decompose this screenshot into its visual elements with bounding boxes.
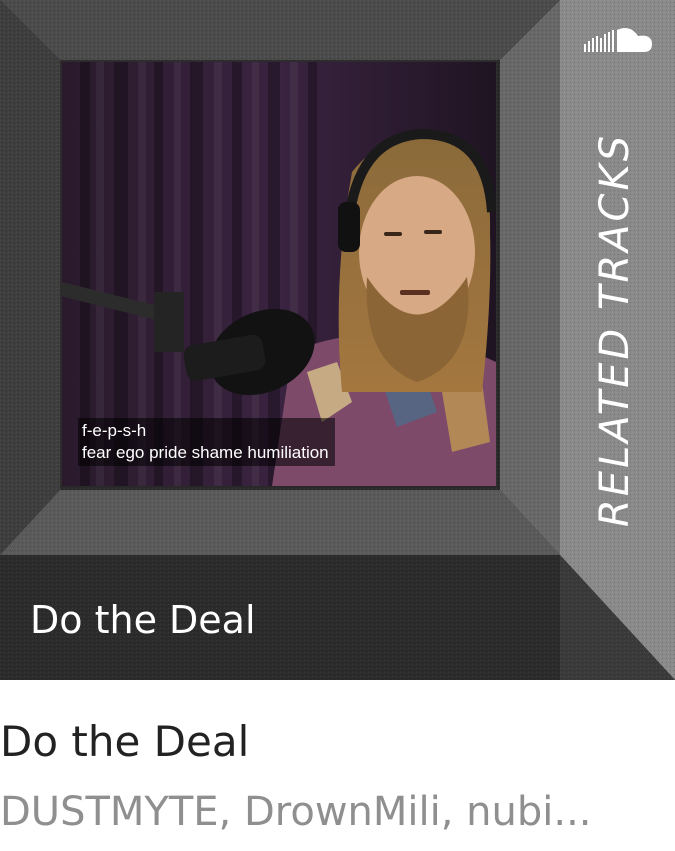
track-title-link[interactable]: Do the Deal: [0, 712, 249, 772]
track-artwork[interactable]: f-e-p-s-h fear ego pride shame humiliati…: [0, 0, 675, 680]
side-label-text: RELATED TRACKS: [592, 132, 638, 528]
related-tracks-label: RELATED TRACKS: [555, 20, 675, 560]
artwork-title: Do the Deal: [30, 598, 256, 642]
caption-line-2: fear ego pride shame humiliation: [82, 443, 329, 462]
caption-line-1: f-e-p-s-h: [82, 421, 147, 440]
caption-overlay: f-e-p-s-h fear ego pride shame humiliati…: [78, 418, 335, 466]
artwork-photo: f-e-p-s-h fear ego pride shame humiliati…: [62, 62, 496, 486]
related-track-card[interactable]: f-e-p-s-h fear ego pride shame humiliati…: [0, 0, 675, 851]
track-artists-link[interactable]: DUSTMYTE, DrownMili, nubi...: [0, 784, 675, 840]
